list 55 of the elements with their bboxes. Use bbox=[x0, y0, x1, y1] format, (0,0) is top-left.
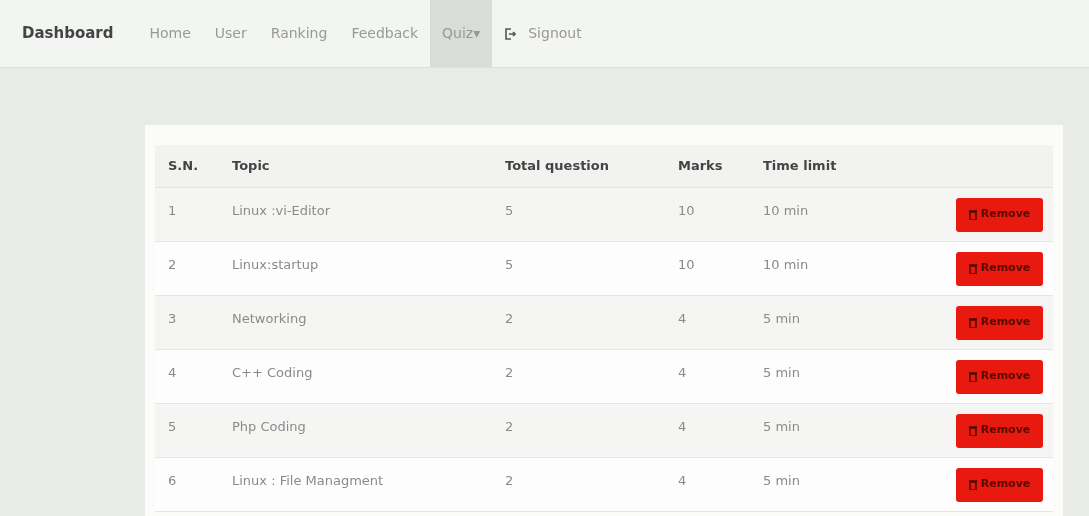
trash-icon bbox=[968, 317, 977, 328]
table-cell-text: 5 bbox=[505, 255, 515, 274]
table-cell-text: 2 bbox=[505, 417, 515, 436]
nav-link[interactable]: Feedback bbox=[339, 0, 431, 67]
remove-button[interactable]: Remove bbox=[956, 305, 1043, 340]
table-cell-text: Networking bbox=[232, 309, 308, 328]
table-cell-text: 5 min bbox=[763, 417, 801, 436]
table-cell-text: 5 bbox=[505, 201, 515, 220]
table-cell-text: 4 bbox=[168, 363, 178, 382]
table-cell-text: 4 bbox=[678, 309, 688, 328]
table-cell-text: 6 bbox=[168, 471, 178, 490]
table-cell-text: Linux:startup bbox=[232, 255, 320, 274]
remove-button[interactable]: Remove bbox=[956, 359, 1043, 394]
table-cell-text: 10 bbox=[678, 255, 696, 274]
table-cell-text: 5 min bbox=[763, 471, 801, 490]
table-cell-text: 1 bbox=[168, 201, 178, 220]
table-cell-text: 5 min bbox=[763, 309, 801, 328]
trash-icon bbox=[968, 371, 977, 382]
column-header: Topic bbox=[232, 157, 271, 176]
table-cell-text: 4 bbox=[678, 363, 688, 382]
table-cell-text: 3 bbox=[168, 309, 178, 328]
remove-button[interactable]: Remove bbox=[956, 197, 1043, 232]
table-cell-text: Linux : File Managment bbox=[232, 471, 385, 490]
table-cell-text: Linux :vi-Editor bbox=[232, 201, 331, 220]
trash-icon bbox=[968, 209, 977, 220]
column-header: S.N. bbox=[168, 157, 200, 176]
table-cell-text: 2 bbox=[168, 255, 178, 274]
table-cell-text: 2 bbox=[505, 309, 515, 328]
table-cell-text: 4 bbox=[678, 417, 688, 436]
nav-link[interactable]: Home bbox=[137, 0, 203, 67]
table-cell-text: 10 min bbox=[763, 255, 810, 274]
nav-link[interactable]: Signout bbox=[492, 0, 594, 67]
nav-link[interactable]: Ranking bbox=[258, 0, 340, 67]
trash-icon bbox=[968, 479, 977, 490]
table-cell-text: 2 bbox=[505, 363, 515, 382]
table-cell-text: C++ Coding bbox=[232, 363, 314, 382]
column-header: Marks bbox=[678, 157, 724, 176]
table-cell-text: 10 bbox=[678, 201, 696, 220]
table-cell-text: 10 min bbox=[763, 201, 810, 220]
signout-icon bbox=[504, 27, 517, 40]
nav-link[interactable]: Quiz▾ bbox=[430, 0, 493, 67]
table-cell-text: 2 bbox=[505, 471, 515, 490]
trash-icon bbox=[968, 263, 977, 274]
remove-button[interactable]: Remove bbox=[956, 413, 1043, 448]
nav-link[interactable]: User bbox=[202, 0, 259, 67]
table-cell-text: 5 min bbox=[763, 363, 801, 382]
table-cell-text: Php Coding bbox=[232, 417, 307, 436]
brand-title: Dashboard bbox=[22, 23, 114, 45]
remove-button[interactable]: Remove bbox=[956, 251, 1043, 286]
trash-icon bbox=[968, 425, 977, 436]
table-cell-text: 4 bbox=[678, 471, 688, 490]
table-cell-text: 5 bbox=[168, 417, 178, 436]
column-header: Total question bbox=[505, 157, 610, 176]
column-header: Time limit bbox=[763, 157, 838, 176]
remove-button[interactable]: Remove bbox=[956, 467, 1043, 502]
